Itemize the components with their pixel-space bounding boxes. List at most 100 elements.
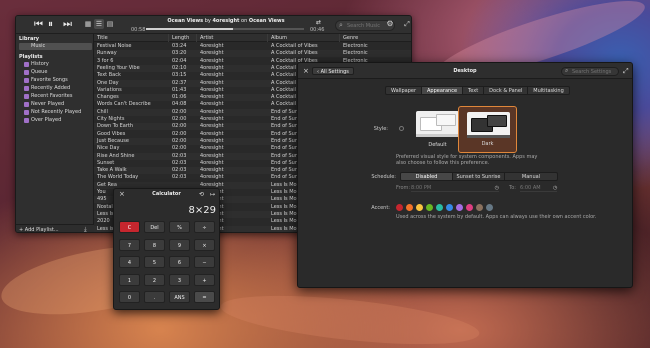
column-header[interactable]: Artist [197,34,268,42]
tab-appearance[interactable]: Appearance [422,87,464,94]
schedule-option[interactable]: Manual [505,173,557,180]
list-view-icon[interactable]: ☰ [94,19,104,29]
now-playing-on: on [241,18,248,24]
table-cell: 4oresight [200,152,224,159]
table-row[interactable]: Festival Noise 03:24 4oresight A Cocktail o… [94,43,411,50]
calculator-key[interactable]: 1 [119,273,140,286]
sidebar-playlist-item[interactable]: Not Recently Played [19,109,92,116]
calculator-key[interactable]: 8 [144,238,165,251]
tab-multitasking[interactable]: Multitasking [528,87,568,94]
sidebar-playlist-item[interactable]: Never Played [19,101,92,108]
sidebar-playlist-item[interactable]: Recent Favorites [19,93,92,100]
tab-wallpaper[interactable]: Wallpaper [386,87,423,94]
shift-icon[interactable]: ↦ [210,190,215,199]
style-default-radio[interactable] [399,126,404,131]
calculator-key[interactable]: 9 [169,238,190,251]
playlist-label: History [31,61,49,67]
repeat-icon[interactable]: ⇄ [316,17,321,28]
accent-color-swatch[interactable] [436,204,443,211]
column-header[interactable]: Title [94,34,169,42]
table-cell: 01:43 [172,86,187,93]
sidebar-playlist-item[interactable]: Recently Added [19,85,92,92]
table-cell: Festival Noise [97,43,132,49]
table-cell: Text Back [97,72,121,79]
next-icon[interactable]: ⏭ [63,19,72,30]
calculator-key[interactable]: % [169,221,190,233]
tab-text[interactable]: Text [463,87,485,94]
calculator-key[interactable]: 2 [144,273,165,286]
accent-color-swatch[interactable] [426,204,433,211]
grid-view-icon[interactable]: ▦ [83,19,93,29]
calculator-key[interactable]: ANS [169,291,190,303]
calculator-key[interactable]: . [144,291,165,303]
table-cell: 02:03 [172,152,187,159]
table-cell: Electronic [343,50,368,57]
sidebar-playlist-item[interactable]: Over Played [19,117,92,124]
table-cell: 4oresight [200,123,224,130]
previous-icon[interactable]: ⏮ [34,19,43,30]
maximize-icon[interactable]: ⤢ [623,66,629,76]
calculator-key[interactable]: × [194,238,215,251]
calculator-key[interactable]: 4 [119,256,140,268]
tab-dock-panel[interactable]: Dock & Panel [484,87,529,94]
import-icon[interactable]: ⤓ [84,226,87,232]
calculator-key[interactable]: 6 [169,256,190,268]
pause-icon[interactable]: ⏸ [48,19,53,30]
playlist-icon [24,94,29,99]
settings-search-input[interactable] [572,69,618,75]
accent-color-swatch[interactable] [396,204,403,211]
schedule-option[interactable]: Disabled [401,173,453,180]
sidebar-playlist-item[interactable]: Queue [19,69,92,76]
close-icon[interactable]: × [303,66,309,76]
accent-color-swatch[interactable] [486,204,493,211]
playlist-icon [24,102,29,107]
settings-gear-icon[interactable]: ⚙ [385,19,395,29]
schedule-option[interactable]: Sunset to Sunrise [453,173,505,180]
to-time-field[interactable]: 6:00 AM ◷ [520,184,557,192]
table-cell: 02:00 [172,116,187,122]
calculator-key[interactable]: ÷ [194,221,215,233]
column-view-icon[interactable]: ▤ [105,19,115,29]
calculator-key[interactable]: 5 [144,256,165,268]
column-header[interactable]: Length [169,34,197,42]
calculator-key[interactable]: − [194,256,215,268]
table-cell: 02:03 [172,174,187,181]
table-cell: Feeling Your Vibe [97,64,140,71]
calculator-key[interactable]: 3 [169,273,190,286]
sidebar-playlist-item[interactable]: History [19,61,92,68]
maximize-icon[interactable]: ⤢ [402,19,411,29]
add-icon: + [19,227,24,233]
from-time-value: 8:00 PM [411,185,432,191]
all-settings-button[interactable]: ‹ All Settings [312,67,354,75]
sidebar-playlist-item[interactable]: Favorite Songs [19,77,92,84]
accent-color-swatch[interactable] [476,204,483,211]
from-time-field[interactable]: 8:00 PM ◷ [411,184,499,192]
history-icon[interactable]: ⟲ [199,190,204,199]
calculator-key[interactable]: 0 [119,291,140,303]
calculator-key[interactable]: + [194,273,215,286]
table-cell: Rise And Shine [97,152,135,159]
sidebar-item-music[interactable]: Music [19,43,92,50]
column-header[interactable]: Genre [340,34,411,42]
calculator-display[interactable]: 8×29 [119,204,216,218]
settings-search[interactable]: ⌕ [561,67,619,76]
calculator-key[interactable]: = [194,291,215,303]
accent-color-swatch[interactable] [416,204,423,211]
calculator-key[interactable]: Del [144,221,165,233]
add-playlist-button[interactable]: + Add Playlist... [19,227,59,233]
style-dark-card[interactable]: Dark [458,106,517,153]
accent-color-swatch[interactable] [456,204,463,211]
playlist-icon [24,62,29,67]
table-row[interactable]: Runway 03:20 4oresight A Cocktail of Vibes E… [94,50,411,58]
calculator-key[interactable]: C [119,221,140,233]
calculator-key[interactable]: 7 [119,238,140,251]
accent-color-swatch[interactable] [406,204,413,211]
accent-color-swatch[interactable] [466,204,473,211]
playlists-heading: Playlists [19,54,43,60]
table-cell: 02:03 [172,167,187,174]
table-cell: The World Today [97,174,139,181]
accent-color-swatch[interactable] [446,204,453,211]
now-playing-title: Ocean Views [167,18,204,24]
column-header[interactable]: Album [268,34,340,42]
seek-bar[interactable] [146,28,304,30]
